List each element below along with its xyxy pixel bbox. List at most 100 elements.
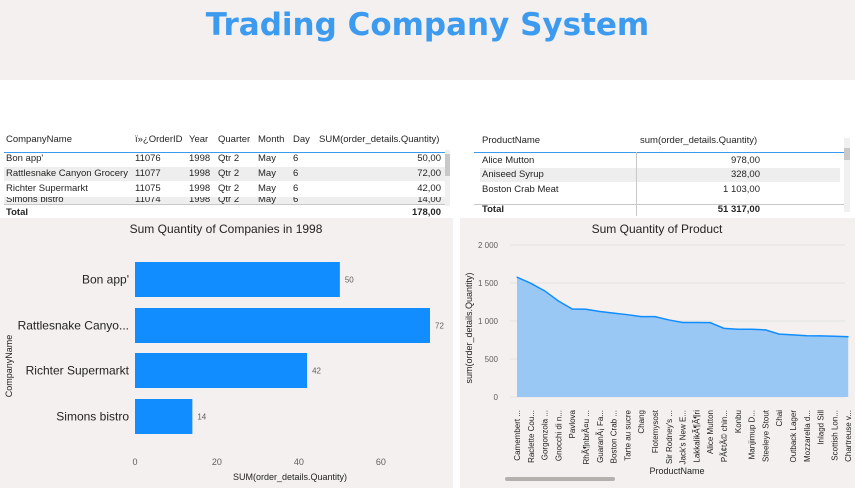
- product-scroll-thumb[interactable]: [844, 148, 850, 160]
- table-cell: May: [258, 153, 276, 164]
- data-point[interactable]: [806, 335, 808, 337]
- data-label: 50: [345, 276, 354, 285]
- data-point[interactable]: [613, 312, 615, 314]
- table-cell: 6: [293, 197, 299, 204]
- table-row[interactable]: Richter Supermarkt 11075 1998 Qtr 2 May 6 42,0…: [4, 182, 445, 196]
- data-point[interactable]: [516, 276, 518, 278]
- data-point[interactable]: [778, 333, 780, 335]
- table-cell: Rattlesnake Canyon Grocery: [6, 168, 128, 179]
- data-point[interactable]: [847, 336, 849, 338]
- chart-title: Sum Quantity of Companies in 1998: [130, 222, 323, 236]
- orders-col-header[interactable]: Month: [258, 133, 292, 147]
- data-label: 14: [197, 413, 206, 422]
- table-row[interactable]: Alice Mutton 978,00: [480, 154, 840, 168]
- table-cell: May: [258, 183, 276, 194]
- bar[interactable]: [135, 399, 193, 434]
- data-point[interactable]: [640, 316, 642, 318]
- x-tick-label: Boston Crab ...: [610, 410, 619, 463]
- data-point[interactable]: [751, 328, 753, 330]
- x-tick-label: Alice Mutton: [706, 410, 715, 454]
- bar[interactable]: [135, 262, 340, 297]
- table-row[interactable]: Aniseed Syrup 328,00: [480, 168, 840, 182]
- data-point[interactable]: [585, 308, 587, 310]
- x-tick-label: Outback Lager: [789, 410, 798, 463]
- x-tick-label: Scottish Lon...: [830, 410, 839, 461]
- orders-col-header[interactable]: CompanyName: [6, 133, 132, 147]
- product-table: ProductName sum(order_details.Quantity) A…: [474, 128, 852, 220]
- table-cell: 11075: [135, 183, 161, 194]
- orders-scrollbar[interactable]: [445, 150, 450, 206]
- data-point[interactable]: [709, 322, 711, 324]
- y-axis-label: sum(order_details.Quantity): [464, 272, 474, 383]
- companies-chart-panel: Sum Quantity of Companies in 1998 Company…: [0, 218, 453, 488]
- orders-col-header[interactable]: Year: [189, 133, 217, 147]
- table-cell: 6: [293, 183, 299, 194]
- x-tick-label: RhÃ¶nbrÃ¤u ...: [582, 410, 591, 465]
- data-point[interactable]: [682, 321, 684, 323]
- product-col-header[interactable]: ProductName: [482, 134, 632, 148]
- x-tick-label: Flotemysost: [651, 409, 660, 453]
- products-area-chart: Sum Quantity of Product sum(order_details…: [464, 222, 853, 481]
- bar[interactable]: [135, 308, 430, 343]
- data-point[interactable]: [764, 329, 766, 331]
- orders-col-header[interactable]: SUM(order_details.Quantity): [319, 133, 441, 147]
- x-tick-label: Chai: [775, 410, 784, 427]
- table-row[interactable]: Rattlesnake Canyon Grocery 11077 1998 Qtr 2…: [4, 167, 445, 181]
- table-cell: Qtr 2: [218, 183, 240, 194]
- data-point[interactable]: [599, 311, 601, 312]
- x-tick-label: Jack's New E...: [679, 410, 688, 464]
- x-tick-label: Manjimup D...: [748, 410, 757, 459]
- x-tick-label: 20: [212, 457, 222, 467]
- table-cell: 11076: [135, 153, 161, 164]
- table-row[interactable]: Bon app' 11076 1998 Qtr 2 May 6 50,00: [4, 152, 445, 166]
- data-point[interactable]: [695, 321, 697, 323]
- companies-bar-chart: Sum Quantity of Companies in 1998 Company…: [4, 222, 444, 482]
- table-cell: Qtr 2: [218, 197, 240, 204]
- y-tick-label: 500: [485, 355, 499, 364]
- table-cell: Boston Crab Meat: [482, 184, 559, 195]
- table-cell: 978,00: [730, 155, 760, 166]
- data-point[interactable]: [737, 328, 739, 330]
- data-point[interactable]: [792, 334, 794, 336]
- table-row[interactable]: Simons bistro 11074 1998 Qtr 2 May 6 14,00: [4, 197, 445, 204]
- orders-col-header[interactable]: ï»¿OrderID: [135, 133, 187, 147]
- table-cell: 11074: [135, 197, 161, 204]
- table-cell: Qtr 2: [218, 153, 240, 164]
- x-tick-label: Steeleye Stout: [761, 409, 770, 462]
- data-point[interactable]: [668, 319, 670, 321]
- table-cell: 72,00: [417, 168, 441, 179]
- table-cell: 6: [293, 168, 299, 179]
- data-point[interactable]: [654, 316, 656, 318]
- orders-scroll-thumb[interactable]: [445, 154, 450, 176]
- data-point[interactable]: [544, 290, 546, 292]
- y-tick-label: 0: [494, 393, 499, 402]
- x-tick-label: LakkalikÃ¶Ã¶ri: [692, 410, 701, 463]
- table-cell: May: [258, 197, 276, 204]
- data-point[interactable]: [557, 300, 559, 302]
- data-point[interactable]: [530, 282, 532, 284]
- orders-col-header[interactable]: Quarter: [218, 133, 256, 147]
- table-row[interactable]: Boston Crab Meat 1 103,00: [480, 183, 840, 197]
- data-label: 42: [312, 367, 321, 376]
- x-tick-label: 40: [294, 457, 304, 467]
- table-cell: 1998: [189, 197, 211, 204]
- data-point[interactable]: [571, 308, 573, 310]
- table-cell: 1998: [189, 183, 211, 194]
- horizontal-scroll-thumb[interactable]: [505, 477, 615, 481]
- data-point[interactable]: [820, 335, 822, 337]
- y-axis-label: CompanyName: [4, 335, 14, 398]
- data-point[interactable]: [723, 327, 725, 329]
- data-point[interactable]: [833, 335, 835, 337]
- bar[interactable]: [135, 353, 308, 388]
- table-cell: 328,00: [730, 169, 760, 180]
- y-tick-label: 1 500: [478, 279, 499, 288]
- table-cell: 14,00: [417, 197, 441, 204]
- orders-col-header[interactable]: Day: [293, 133, 315, 147]
- table-cell: Simons bistro: [6, 197, 64, 204]
- product-col-header[interactable]: sum(order_details.Quantity): [640, 134, 760, 148]
- x-tick-label: Chang: [637, 410, 646, 434]
- product-scrollbar[interactable]: [844, 138, 850, 212]
- data-point[interactable]: [626, 314, 628, 316]
- x-axis-label: ProductName: [649, 466, 704, 476]
- table-cell: 6: [293, 153, 299, 164]
